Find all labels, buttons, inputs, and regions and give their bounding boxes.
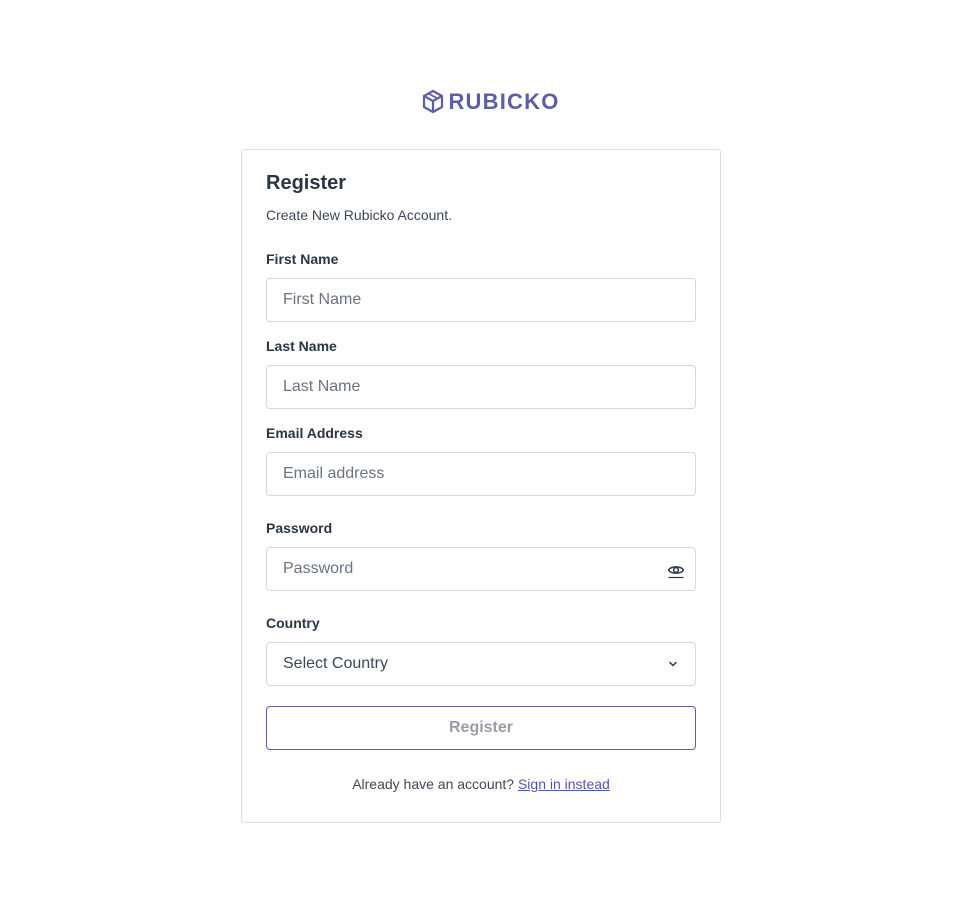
eye-icon[interactable]: [667, 561, 685, 579]
password-input[interactable]: [267, 548, 695, 590]
chevron-down-icon: [669, 661, 677, 667]
last-name-input[interactable]: [267, 366, 695, 408]
page-subtitle: Create New Rubicko Account.: [266, 207, 452, 223]
brand-logo: RUBICKO: [0, 89, 979, 115]
first-name-input[interactable]: [267, 279, 695, 321]
password-field-wrapper: [266, 547, 696, 591]
page-title: Register: [266, 172, 347, 194]
email-label: Email Address: [266, 425, 363, 441]
password-label: Password: [266, 520, 333, 536]
signin-prompt-text: Already have an account?: [352, 776, 515, 792]
country-select[interactable]: Select Country: [266, 642, 696, 686]
first-name-field-wrapper: [266, 278, 696, 322]
register-card: Register Create New Rubicko Account. Fir…: [241, 149, 721, 823]
last-name-label: Last Name: [266, 338, 337, 354]
country-selected-value: Select Country: [283, 655, 388, 672]
signin-prompt: Already have an account? Sign in instead: [242, 776, 720, 792]
email-input[interactable]: [267, 453, 695, 495]
cube-logo-icon: [423, 89, 444, 114]
first-name-label: First Name: [266, 251, 339, 267]
brand-name: RUBICKO: [448, 89, 560, 114]
email-field-wrapper: [266, 452, 696, 496]
register-button[interactable]: Register: [266, 706, 696, 750]
sign-in-link[interactable]: Sign in instead: [518, 776, 610, 792]
country-label: Country: [266, 615, 320, 631]
last-name-field-wrapper: [266, 365, 696, 409]
